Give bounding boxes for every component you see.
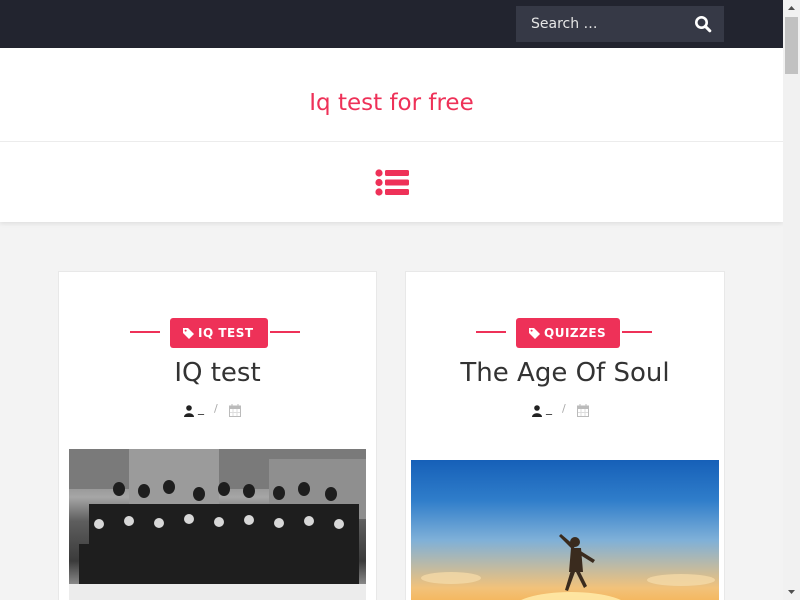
meta-separator: / — [214, 402, 218, 415]
meta-separator: / — [562, 402, 566, 415]
category-line-left — [130, 331, 160, 333]
post-thumbnail-sunset-jump[interactable] — [411, 460, 719, 600]
post-title[interactable]: IQ test — [59, 358, 376, 388]
page-scrollbar[interactable] — [783, 0, 800, 600]
search-form — [516, 6, 724, 42]
post-author[interactable]: _ — [546, 401, 552, 415]
category-badge[interactable]: IQ TEST — [170, 318, 268, 348]
user-icon — [184, 405, 194, 417]
post-meta: _ / — [59, 401, 376, 419]
calendar-icon[interactable] — [229, 404, 241, 417]
tag-icon — [529, 328, 540, 339]
post-thumbnail-group-photo[interactable] — [69, 449, 366, 600]
sunset-jump-image — [421, 534, 715, 600]
scrollbar-thumb[interactable] — [785, 17, 798, 74]
search-input[interactable] — [516, 6, 686, 42]
category-row: IQ TEST — [59, 318, 376, 348]
category-row: QUIZZES — [406, 318, 724, 348]
site-header: Iq test for free — [0, 48, 783, 222]
category-line-right — [622, 331, 652, 333]
top-bar — [0, 0, 783, 48]
category-badge[interactable]: QUIZZES — [516, 318, 621, 348]
scroll-down-arrow-icon[interactable] — [783, 583, 800, 600]
category-label: IQ TEST — [198, 326, 254, 340]
category-line-right — [270, 331, 300, 333]
search-icon[interactable] — [694, 15, 712, 33]
category-line-left — [476, 331, 506, 333]
list-menu-icon[interactable] — [375, 169, 409, 196]
post-card: IQ TEST IQ test _ / — [58, 271, 377, 600]
header-divider — [0, 141, 783, 142]
category-label: QUIZZES — [544, 326, 607, 340]
post-author[interactable]: _ — [198, 401, 204, 415]
group-photo-image — [69, 449, 366, 600]
post-card: QUIZZES The Age Of Soul _ / — [405, 271, 725, 600]
tag-icon — [183, 328, 194, 339]
scroll-up-arrow-icon[interactable] — [783, 0, 800, 17]
post-meta: _ / — [406, 401, 724, 419]
user-icon — [532, 405, 542, 417]
site-title[interactable]: Iq test for free — [0, 90, 783, 116]
calendar-icon[interactable] — [577, 404, 589, 417]
post-title[interactable]: The Age Of Soul — [406, 358, 724, 388]
